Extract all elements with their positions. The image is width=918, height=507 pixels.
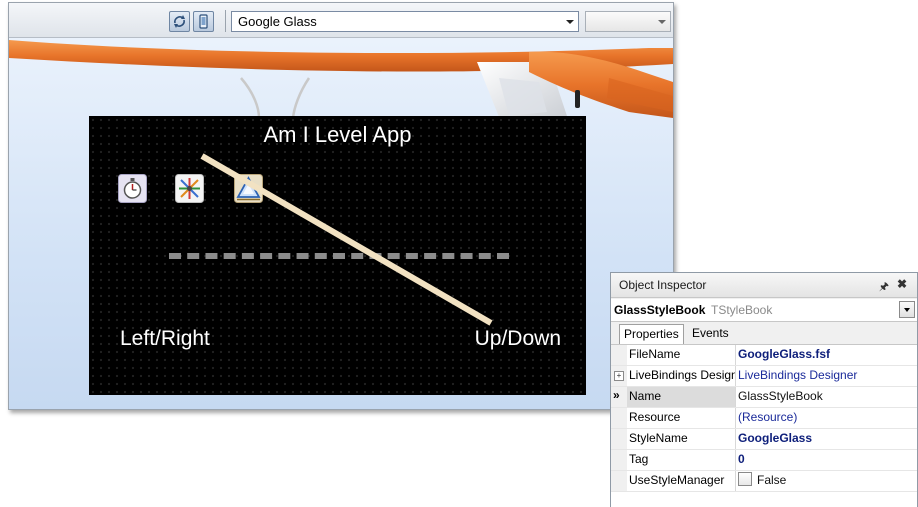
property-name: Name: [627, 387, 736, 407]
tilt-indicator-line: [200, 153, 493, 326]
inspector-title-bar: Object Inspector 🖈︎ ✖: [611, 273, 917, 298]
property-row-filename[interactable]: FileName GoogleGlass.fsf: [611, 345, 917, 366]
property-value[interactable]: (Resource): [738, 408, 797, 428]
property-value-checkbox[interactable]: False: [738, 471, 786, 491]
component-dropdown-button[interactable]: [899, 301, 915, 318]
property-name: Resource: [627, 408, 736, 428]
sync-icon: [174, 15, 185, 28]
property-name: LiveBindings Designer: [627, 366, 736, 386]
inspector-tabs: Properties Events: [611, 322, 917, 344]
view-select[interactable]: [585, 11, 671, 32]
current-row-marker-icon: »: [613, 388, 620, 402]
tab-events[interactable]: Events: [688, 324, 733, 342]
property-row-stylename[interactable]: StyleName GoogleGlass: [611, 429, 917, 450]
selected-component-name: GlassStyleBook: [614, 303, 706, 317]
property-name: StyleName: [627, 429, 736, 449]
property-name: UseStyleManager: [627, 471, 736, 491]
glass-screen-form[interactable]: Am I Level App Left/Right Up/Down: [89, 116, 586, 395]
property-row-tag[interactable]: Tag 0: [611, 450, 917, 471]
chevron-down-icon: [566, 20, 574, 24]
property-value[interactable]: LiveBindings Designer: [738, 366, 857, 386]
chevron-down-icon: [904, 308, 910, 312]
up-down-label: Up/Down: [474, 327, 561, 350]
property-value[interactable]: 0: [738, 450, 745, 470]
property-name: FileName: [627, 345, 736, 365]
design-surface: Am I Level App Left/Right Up/Down: [9, 38, 673, 409]
device-icon: [199, 14, 208, 29]
chevron-down-icon: [658, 20, 666, 24]
property-value[interactable]: GoogleGlass: [738, 429, 812, 449]
pin-icon[interactable]: 🖈︎: [879, 278, 889, 297]
component-selector[interactable]: GlassStyleBook TStyleBook: [611, 299, 917, 322]
object-inspector-panel: Object Inspector 🖈︎ ✖ GlassStyleBook TSt…: [610, 272, 918, 507]
checkbox[interactable]: [738, 472, 752, 486]
property-row-name[interactable]: » Name GlassStyleBook: [611, 387, 917, 408]
designer-toolbar: Google Glass: [9, 3, 673, 38]
device-view-button[interactable]: [193, 11, 214, 32]
close-icon[interactable]: ✖: [897, 277, 907, 291]
left-right-label: Left/Right: [120, 327, 210, 350]
device-select-value: Google Glass: [238, 14, 317, 29]
property-grid: FileName GoogleGlass.fsf + LiveBindings …: [611, 344, 917, 507]
property-row-resource[interactable]: Resource (Resource): [611, 408, 917, 429]
property-value[interactable]: GlassStyleBook: [738, 387, 823, 407]
device-select[interactable]: Google Glass: [231, 11, 579, 32]
property-row-usestylemanager[interactable]: UseStyleManager False: [611, 471, 917, 492]
toolbar-separator: [225, 10, 226, 32]
property-name: Tag: [627, 450, 736, 470]
property-value[interactable]: GoogleGlass.fsf: [738, 345, 830, 365]
selected-component-type: TStyleBook: [711, 303, 773, 317]
expand-icon[interactable]: +: [614, 371, 624, 381]
sync-view-button[interactable]: [169, 11, 190, 32]
property-row-livebindings[interactable]: + LiveBindings Designer LiveBindings Des…: [611, 366, 917, 387]
form-designer-window: Google Glass Am I Level App Left/Right U…: [8, 2, 674, 410]
inspector-title: Object Inspector: [619, 278, 707, 292]
tab-properties[interactable]: Properties: [619, 324, 684, 344]
checkbox-label: False: [757, 473, 787, 487]
